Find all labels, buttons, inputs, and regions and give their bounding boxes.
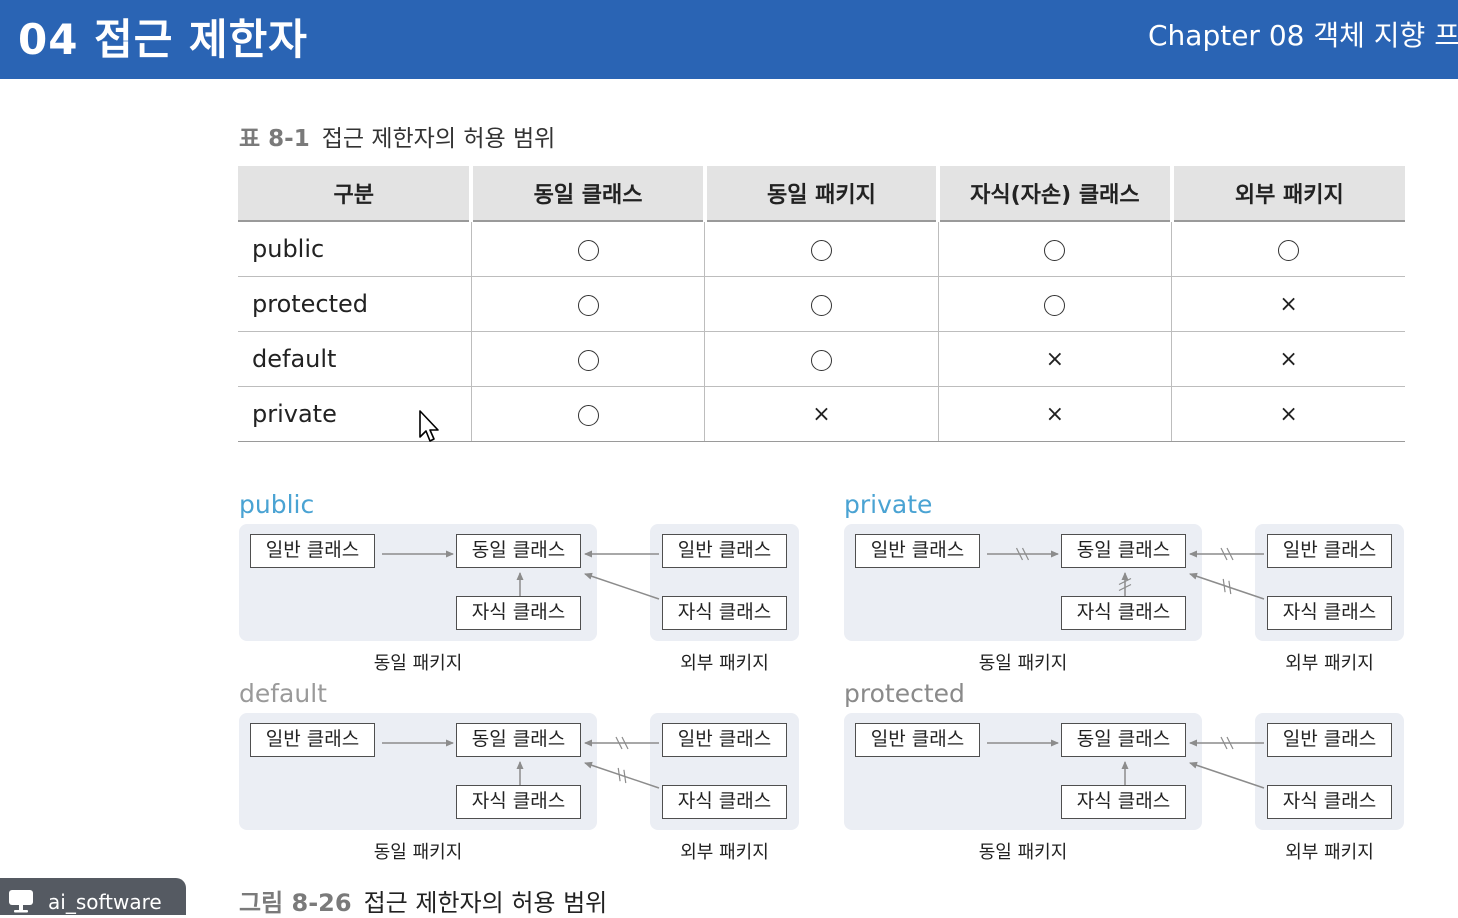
access-cell [470,276,705,332]
external-package-label: 외부 패키지 [1285,653,1374,674]
access-cell [470,331,705,387]
same-package-label: 동일 패키지 [978,653,1068,674]
access-cell [937,221,1172,277]
access-cell: × [704,386,939,442]
allowed-circle-icon [577,405,599,426]
table-row: default × × [238,331,1405,387]
modifier-cell: protected [238,276,472,332]
denied-cross-icon: × [1045,402,1065,428]
same-package-label: 동일 패키지 [978,842,1068,863]
allowed-circle-icon [1044,240,1066,261]
table-header-row: 구분 동일 클래스 동일 패키지 자식(자손) 클래스 외부 패키지 [238,166,1405,222]
allowed-circle-icon [577,240,599,261]
access-arrows [382,550,660,600]
access-cell: × [937,386,1172,442]
access-diagram-protected: protected 일반 클래스 동일 클래스 자식 클래스 일반 클래스 자식 클래스 동… [844,679,1404,863]
allowed-circle-icon [810,295,832,316]
table-caption-number: 표 8-1 [239,126,310,152]
access-cell: × [1171,331,1405,387]
column-header: 동일 클래스 [469,166,705,222]
external-package-label: 외부 패키지 [680,842,769,863]
access-arrows [987,547,1265,600]
access-cell: × [1171,276,1405,332]
column-header: 자식(자손) 클래스 [936,166,1172,222]
section-title: 04 접근 제한자 [18,15,308,64]
external-package-label: 외부 패키지 [1285,842,1374,863]
denied-cross-icon: × [812,402,831,428]
badge-label: ai_software [48,890,162,914]
access-cell [470,221,705,277]
allowed-circle-icon [1044,295,1066,316]
modifier-cell: public [238,221,472,277]
table-row: private × × × [238,386,1405,442]
access-cell [1171,221,1405,277]
access-cell [704,276,939,332]
access-cell: × [937,331,1172,387]
allowed-circle-icon [577,350,599,371]
access-cell [704,331,939,387]
mouse-cursor-icon [419,410,439,442]
access-arrows [382,736,660,789]
figure-caption-number: 그림 8-26 [239,889,352,917]
access-diagram-default: default 일반 클래스 동일 클래스 자식 클래스 일반 클래스 자식 클래스 동일 … [239,679,799,863]
access-diagram-public: public 일반 클래스 동일 클래스 자식 클래스 일반 클래스 자식 클래스 동일 패… [239,490,799,674]
arrow-from-ext-child [1189,761,1265,789]
access-cell [470,386,705,442]
access-cell [937,276,1172,332]
page-header: 04 접근 제한자 Chapter 08 객체 지향 프로그래밍 [0,0,1458,79]
access-arrows [987,736,1265,789]
monitor-icon [9,890,33,913]
modifier-cell: default [238,331,472,387]
denied-cross-icon: × [1279,347,1298,373]
allowed-circle-icon [1278,240,1300,261]
denied-cross-icon: × [1279,292,1298,318]
access-modifier-table: 구분 동일 클래스 동일 패키지 자식(자손) 클래스 외부 패키지 publi… [238,166,1405,442]
same-package-label: 동일 패키지 [373,842,463,863]
table-caption: 표 8-1 접근 제한자의 허용 범위 [239,119,555,153]
figure-caption-text: 접근 제한자의 허용 범위 [363,889,608,917]
table-row: protected × [238,276,1405,332]
access-cell [704,221,939,277]
allowed-circle-icon [810,350,832,371]
column-header: 구분 [238,166,472,222]
arrow-from-ext-child [584,572,660,600]
figure-caption: 그림 8-26 접근 제한자의 허용 범위 [239,883,607,918]
table-row: public [238,221,1405,277]
column-header: 동일 패키지 [702,166,939,222]
arrow-from-ext-child [584,761,660,789]
allowed-circle-icon [577,295,599,316]
column-header: 외부 패키지 [1169,166,1405,222]
chapter-title: Chapter 08 객체 지향 프로그래밍 [1148,19,1458,52]
denied-cross-icon: × [1045,347,1065,373]
arrow-from-ext-child [1189,572,1265,600]
access-cell: × [1171,386,1405,442]
table-caption-text: 접근 제한자의 허용 범위 [321,126,556,152]
allowed-circle-icon [810,240,832,261]
denied-cross-icon: × [1279,402,1298,428]
external-package-label: 외부 패키지 [680,653,769,674]
access-diagram-private: private 일반 클래스 동일 클래스 자식 클래스 일반 클래스 자식 클래스 동일 … [844,490,1404,674]
user-badge[interactable]: ai_software [0,878,186,915]
same-package-label: 동일 패키지 [373,653,463,674]
